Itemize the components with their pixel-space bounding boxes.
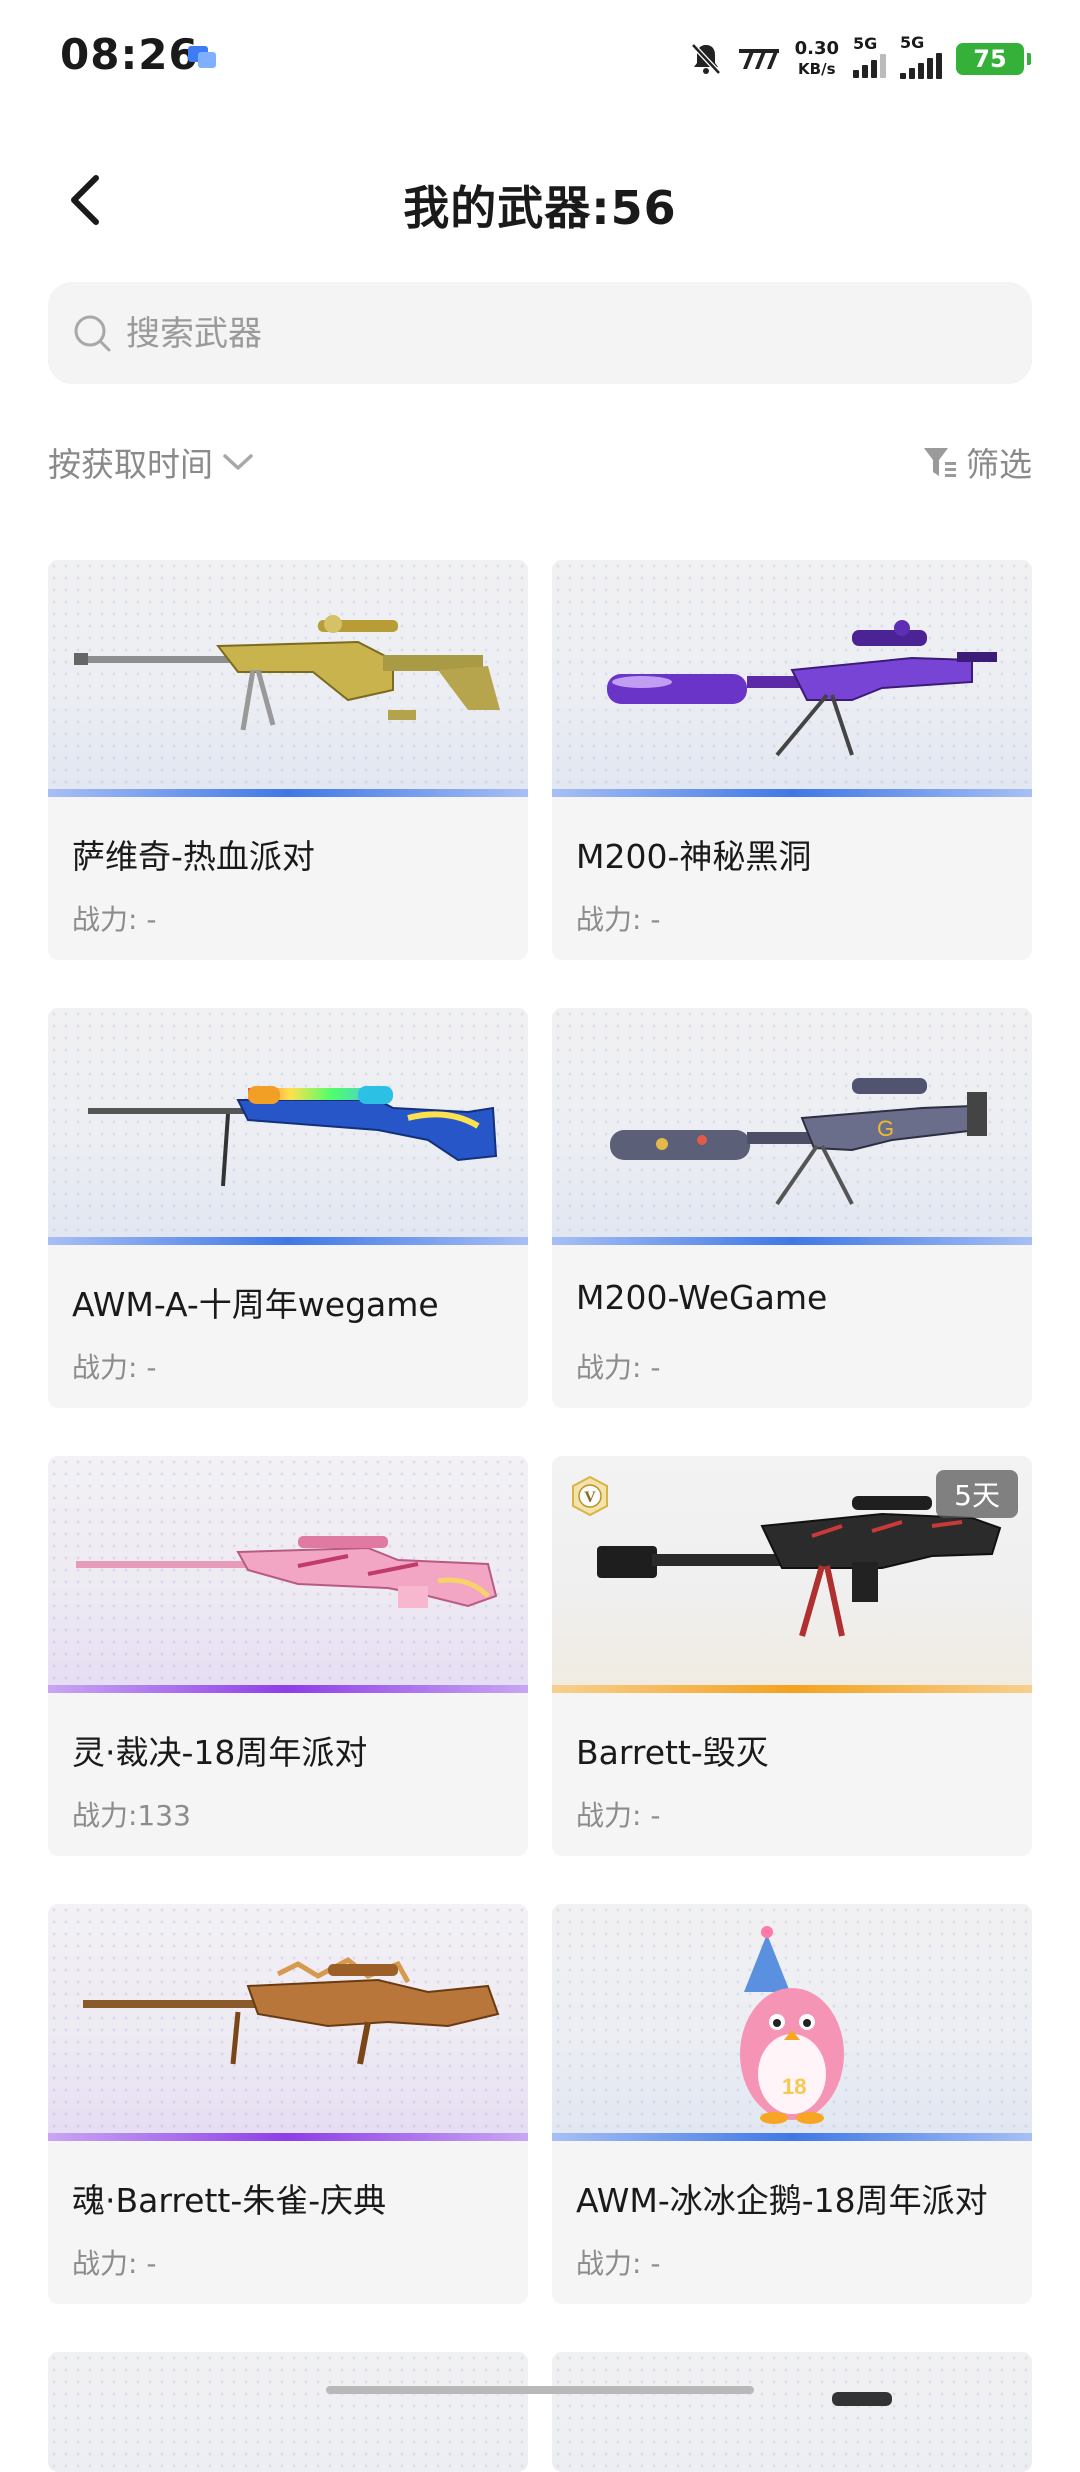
weapon-card[interactable]: M200-神秘黑洞 战力: - [552,560,1032,960]
rarity-bar [48,789,528,797]
search-bar[interactable] [48,282,1032,386]
filter-label: 筛选 [966,445,1032,484]
sniper-rifle-image [88,1086,498,1187]
weapon-image: 18 [552,1904,1032,2141]
status-indicators: 0.30 KB/s 5G 5G 75 [689,33,1031,84]
weapon-image [48,1008,528,1245]
weapon-image [48,1456,528,1693]
sniper-rifle-image [607,620,997,757]
rarity-bar [552,2133,1032,2141]
svg-text:18: 18 [782,2074,806,2099]
sniper-rifle-image [83,1957,500,2065]
weapon-grid: 萨维奇-热血派对 战力: - M200-神秘黑洞 战力: - AWM-A-十周年… [48,560,1032,2472]
sort-dropdown[interactable]: 按获取时间 [48,438,255,486]
rarity-bar [48,2133,528,2141]
svg-text:G: G [877,1116,894,1141]
network-speed: 0.30 KB/s [795,39,839,79]
weapon-name: AWM-A-十周年wegame [72,1285,439,1324]
sniper-rifle-image [74,615,500,731]
vip-icon: V [572,1476,608,1516]
weapon-name: 魂·Barrett-朱雀-庆典 [72,2181,387,2220]
weapon-image: G [552,1008,1032,1245]
search-icon [74,315,111,352]
weapon-image [552,2352,1032,2472]
expiry-badge: 5天 [936,1470,1018,1518]
weapon-name: AWM-冰冰企鹅-18周年派对 [576,2181,988,2220]
penguin-image: 18 [740,1926,844,2124]
sort-label: 按获取时间 [48,445,213,484]
weapon-power: 战力: - [72,2247,157,2280]
weapon-name: Barrett-毁灭 [576,1733,769,1772]
weapon-name: 灵·裁决-18周年派对 [72,1733,368,1772]
weapon-card[interactable]: 萨维奇-热血派对 战力: - [48,560,528,960]
rarity-bar [48,1685,528,1693]
rarity-bar [552,1685,1032,1693]
mute-icon [690,43,721,75]
speed-unit: KB/s [798,60,836,78]
home-indicator[interactable] [326,2386,754,2394]
message-icon [188,46,216,68]
speed-value: 0.30 [794,38,839,59]
rarity-bar [48,1237,528,1245]
signal-icon: 5G [853,34,886,78]
weapon-power: 战力: - [576,2247,661,2280]
weapon-image [48,1904,528,2141]
weapon-power: 战力: - [576,1799,661,1832]
status-time: 08:26 [60,30,199,79]
weapon-power: 战力: - [576,903,661,936]
vip-letter: V [584,1489,596,1506]
weapon-card[interactable]: 魂·Barrett-朱雀-庆典 战力: - [48,1904,528,2304]
filter-button[interactable]: 筛选 [922,438,1032,486]
weapon-card[interactable]: G M200-WeGame 战力: - [552,1008,1032,1408]
page-header: 我的武器:56 [0,150,1080,250]
sniper-rifle-image [76,1536,498,1608]
sim2-label: 5G [900,33,925,52]
weapon-card[interactable]: 灵·裁决-18周年派对 战力:133 [48,1456,528,1856]
weapon-card[interactable]: 18 AWM-冰冰企鹅-18周年派对 战力: - [552,1904,1032,2304]
weapon-name: M200-神秘黑洞 [576,837,812,876]
sniper-rifle-image [832,2392,892,2406]
signal-icon: 5G [900,33,942,79]
page-title: 我的武器:56 [403,181,677,235]
battery-indicator: 75 [956,43,1031,75]
search-input[interactable] [124,282,988,386]
weapon-power: 战力: - [72,1351,157,1384]
weapon-image: V 5天 [552,1456,1032,1693]
weapon-image [552,560,1032,797]
weapon-power: 战力: - [72,903,157,936]
rarity-bar [552,789,1032,797]
weapon-name: M200-WeGame [576,1278,828,1317]
weapon-power: 战力:133 [72,1799,191,1832]
chevron-down-icon [223,454,253,470]
sniper-rifle-image: G [610,1078,987,1206]
status-bar: 08:26 0.30 KB/s 5G 5G 75 [0,0,1080,118]
weapon-image [48,560,528,797]
weapon-card[interactable] [48,2352,528,2472]
weapon-card[interactable]: V 5天 Barrett-毁灭 战力: - [552,1456,1032,1856]
weapon-image [48,2352,528,2472]
weapon-power: 战力: - [576,1351,661,1384]
weapon-card[interactable]: AWM-A-十周年wegame 战力: - [48,1008,528,1408]
sim1-label: 5G [853,34,878,53]
hd-icon [738,49,779,69]
rarity-bar [552,1237,1032,1245]
weapon-card[interactable] [552,2352,1032,2472]
filter-icon [924,448,956,477]
weapon-name: 萨维奇-热血派对 [72,837,315,876]
